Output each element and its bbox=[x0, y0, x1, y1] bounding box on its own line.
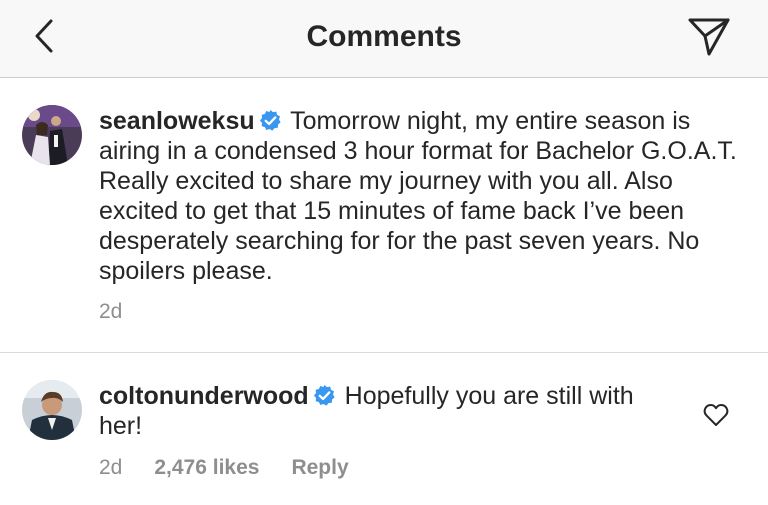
comment-item: coltonunderwood Hopefully you are still … bbox=[0, 354, 768, 505]
verified-badge-icon bbox=[259, 109, 281, 131]
caption-comment: seanloweksu Tomorrow night, my entire se… bbox=[0, 79, 768, 353]
avatar[interactable] bbox=[22, 105, 82, 165]
comments-header: Comments bbox=[0, 0, 768, 78]
likes-count[interactable]: 2,476 likes bbox=[154, 456, 259, 480]
comment-username[interactable]: coltonunderwood bbox=[99, 382, 309, 410]
page-title: Comments bbox=[306, 20, 462, 53]
verified-badge-icon bbox=[313, 384, 335, 406]
back-button[interactable] bbox=[22, 14, 66, 58]
share-button[interactable] bbox=[684, 12, 734, 62]
avatar[interactable] bbox=[22, 380, 82, 440]
comment-timestamp: 2d bbox=[99, 456, 123, 479]
avatar-photo bbox=[22, 380, 82, 440]
heart-outline-icon[interactable] bbox=[703, 403, 729, 427]
chevron-left-icon bbox=[35, 19, 53, 53]
caption-timestamp: 2d bbox=[99, 300, 123, 323]
reply-button[interactable]: Reply bbox=[291, 456, 348, 480]
caption-text: seanloweksu Tomorrow night, my entire se… bbox=[99, 106, 739, 286]
comment-meta: 2d 2,476 likes Reply bbox=[99, 456, 349, 480]
comment-text: coltonunderwood Hopefully you are still … bbox=[99, 381, 679, 441]
caption-username[interactable]: seanloweksu bbox=[99, 107, 255, 135]
avatar-photo bbox=[22, 105, 82, 165]
paper-plane-icon bbox=[688, 18, 730, 56]
caption-meta: 2d bbox=[99, 300, 122, 324]
